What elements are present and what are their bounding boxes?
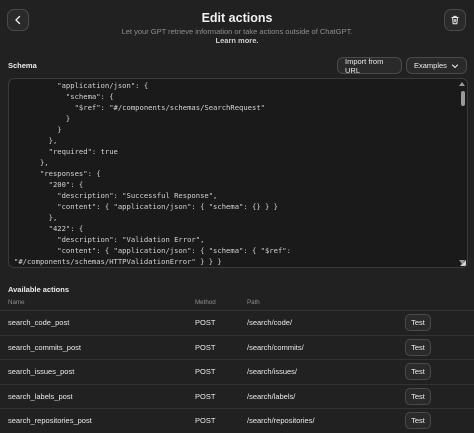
- editor-scrollbar[interactable]: [461, 91, 465, 106]
- action-method: POST: [195, 391, 216, 401]
- code-line: },: [14, 136, 58, 145]
- table-row: search_issues_post POST/search/issues/Tes…: [0, 359, 474, 383]
- code-line: }: [14, 125, 62, 134]
- code-line: "responses": {: [14, 169, 101, 178]
- learn-more-link[interactable]: Learn more.: [216, 36, 259, 45]
- code-line: "content": { "application/json": { "sche…: [14, 246, 291, 255]
- column-header-path: Path: [247, 299, 260, 306]
- subtitle-text: Let your GPT retrieve information or tak…: [121, 27, 353, 36]
- code-line: },: [14, 158, 49, 167]
- table-row: search_commits_post POST/search/commits/T…: [0, 334, 474, 359]
- code-line: "200": {: [14, 180, 84, 189]
- test-button[interactable]: Test: [405, 412, 431, 429]
- column-header-method: Method: [195, 299, 216, 306]
- import-from-url-button[interactable]: Import from URL: [337, 57, 402, 75]
- column-header-name: Name: [8, 299, 25, 306]
- examples-label: Examples: [414, 61, 447, 70]
- test-button[interactable]: Test: [405, 338, 431, 356]
- examples-dropdown[interactable]: Examples: [406, 57, 467, 74]
- schema-editor[interactable]: "content": { "application/json": { "sche…: [8, 78, 468, 268]
- trash-icon: [451, 15, 459, 25]
- test-button[interactable]: Test: [405, 363, 431, 380]
- schema-label: Schema: [8, 61, 37, 70]
- delete-button[interactable]: [444, 9, 466, 31]
- action-path: /search/repositories/: [247, 416, 315, 425]
- code-line: "description": "Validation Error",: [14, 235, 205, 244]
- action-method: POST: [195, 342, 216, 352]
- action-name: search_issues_post: [8, 367, 75, 376]
- table-row: search_repositories_post POST/search/repo…: [0, 408, 474, 432]
- header: Edit actions Let your GPT retrieve infor…: [0, 0, 474, 58]
- action-path: /search/issues/: [247, 367, 298, 376]
- code-line: "#/components/schemas/HTTPValidationErro…: [14, 257, 222, 266]
- schema-code: "content": { "application/json": { "sche…: [14, 79, 453, 268]
- code-line: "application/json": {: [14, 81, 149, 90]
- action-method: POST: [195, 318, 216, 327]
- action-name: search_commits_post: [8, 342, 81, 352]
- page-subtitle: Let your GPT retrieve information or tak…: [0, 27, 474, 45]
- code-line: "content": { "application/json": { "sche…: [14, 202, 278, 211]
- table-row: search_code_post POST/search/code/Test: [0, 310, 474, 334]
- page-title: Edit actions: [201, 11, 273, 25]
- code-line: }: [14, 114, 71, 123]
- action-name: search_code_post: [8, 318, 70, 327]
- code-line: "description": "Successful Response",: [14, 191, 218, 200]
- action-path: /search/commits/: [247, 342, 304, 352]
- action-method: POST: [195, 416, 216, 425]
- code-line: "required": true: [14, 147, 118, 156]
- action-method: POST: [195, 367, 216, 376]
- table-row: search_labels_post POST/search/labels/Tes…: [0, 383, 474, 408]
- code-line: "422": {: [14, 224, 84, 233]
- action-name: search_repositories_post: [8, 416, 92, 425]
- action-path: /search/labels/: [247, 391, 296, 401]
- code-line: }: [14, 267, 453, 268]
- test-button[interactable]: Test: [405, 314, 431, 331]
- code-line: "$ref": "#/components/schemas/SearchRequ…: [14, 103, 265, 112]
- code-line: },: [14, 213, 58, 222]
- test-button[interactable]: Test: [405, 387, 431, 405]
- action-path: /search/code/: [247, 318, 293, 327]
- available-actions-title: Available actions: [8, 285, 69, 294]
- code-line: "schema": {: [14, 92, 114, 101]
- action-name: search_labels_post: [8, 391, 73, 401]
- scroll-up-arrow[interactable]: [459, 82, 465, 86]
- chevron-down-icon: [451, 63, 459, 68]
